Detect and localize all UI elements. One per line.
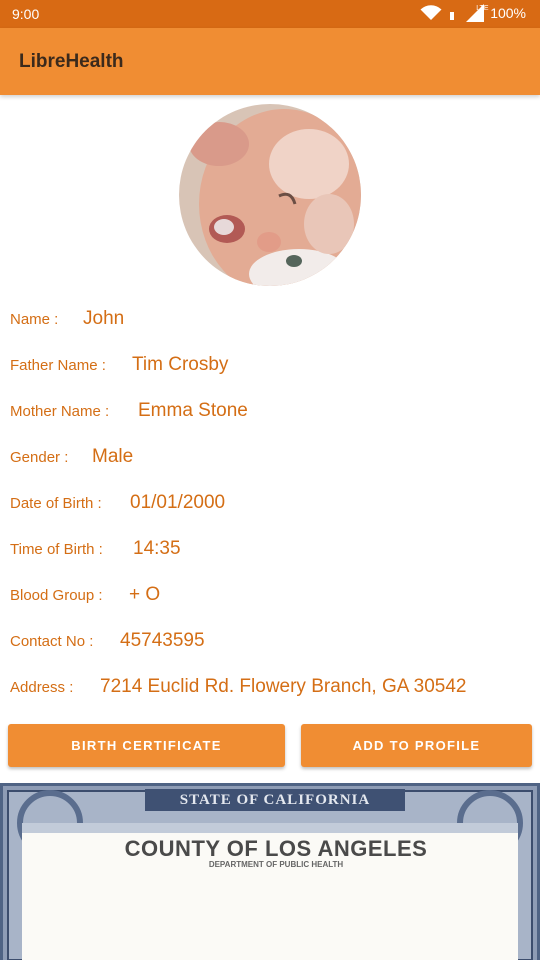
field-value-blood-group: + O [129,584,161,605]
field-father-name: Father Name : Tim Crosby [10,354,228,376]
wifi-icon [420,5,442,20]
field-value-time-of-birth: 14:35 [133,538,181,559]
field-value-name: John [83,308,125,329]
birth-certificate-image[interactable]: STATE OF CALIFORNIA COUNTY OF LOS ANGELE… [0,783,540,960]
field-label-date-of-birth: Date of Birth : [10,495,102,512]
field-label-mother-name: Mother Name : [10,403,110,420]
field-value-contact-no: 45743595 [120,630,205,651]
app-bar: LibreHealth [0,28,540,95]
add-to-profile-button[interactable]: ADD TO PROFILE [301,724,532,767]
field-label-name: Name : [10,311,59,328]
field-name: Name : John [10,308,124,330]
field-gender: Gender : Male [10,446,133,468]
field-time-of-birth: Time of Birth : 14:35 [10,538,181,560]
certificate-border [0,783,540,960]
field-label-father-name: Father Name : [10,357,106,374]
baby-photo [179,104,361,286]
profile-avatar[interactable] [179,104,361,286]
field-label-gender: Gender : [10,449,69,466]
signal-icon [466,4,485,22]
certificate-department: DEPARTMENT OF PUBLIC HEALTH [208,860,344,869]
field-label-blood-group: Blood Group : [10,587,103,604]
status-icons: LTE 100% [420,4,526,22]
data-arrows-icon [450,12,455,20]
field-value-gender: Male [92,446,134,467]
field-value-address: 7214 Euclid Rd. Flowery Branch, GA 30542 [100,676,467,697]
status-time: 9:00 [12,6,40,22]
certificate-state: STATE OF CALIFORNIA [179,792,371,808]
field-address: Address : 7214 Euclid Rd. Flowery Branch… [10,676,466,698]
field-contact-no: Contact No : 45743595 [10,630,205,652]
field-value-father-name: Tim Crosby [132,354,229,375]
app-title: LibreHealth [19,51,124,72]
field-mother-name: Mother Name : Emma Stone [10,400,248,422]
field-label-time-of-birth: Time of Birth : [10,541,103,558]
field-blood-group: Blood Group : + O [10,584,160,606]
field-label-address: Address : [10,679,74,696]
status-bar: 9:00 LTE 100% [0,0,540,28]
battery-level: 100% [490,5,526,21]
field-label-contact-no: Contact No : [10,633,94,650]
field-date-of-birth: Date of Birth : 01/01/2000 [10,492,225,514]
birth-certificate-button[interactable]: BIRTH CERTIFICATE [8,724,285,767]
field-value-mother-name: Emma Stone [138,400,248,421]
certificate-county: COUNTY OF LOS ANGELES [124,836,428,861]
field-value-date-of-birth: 01/01/2000 [130,492,226,513]
